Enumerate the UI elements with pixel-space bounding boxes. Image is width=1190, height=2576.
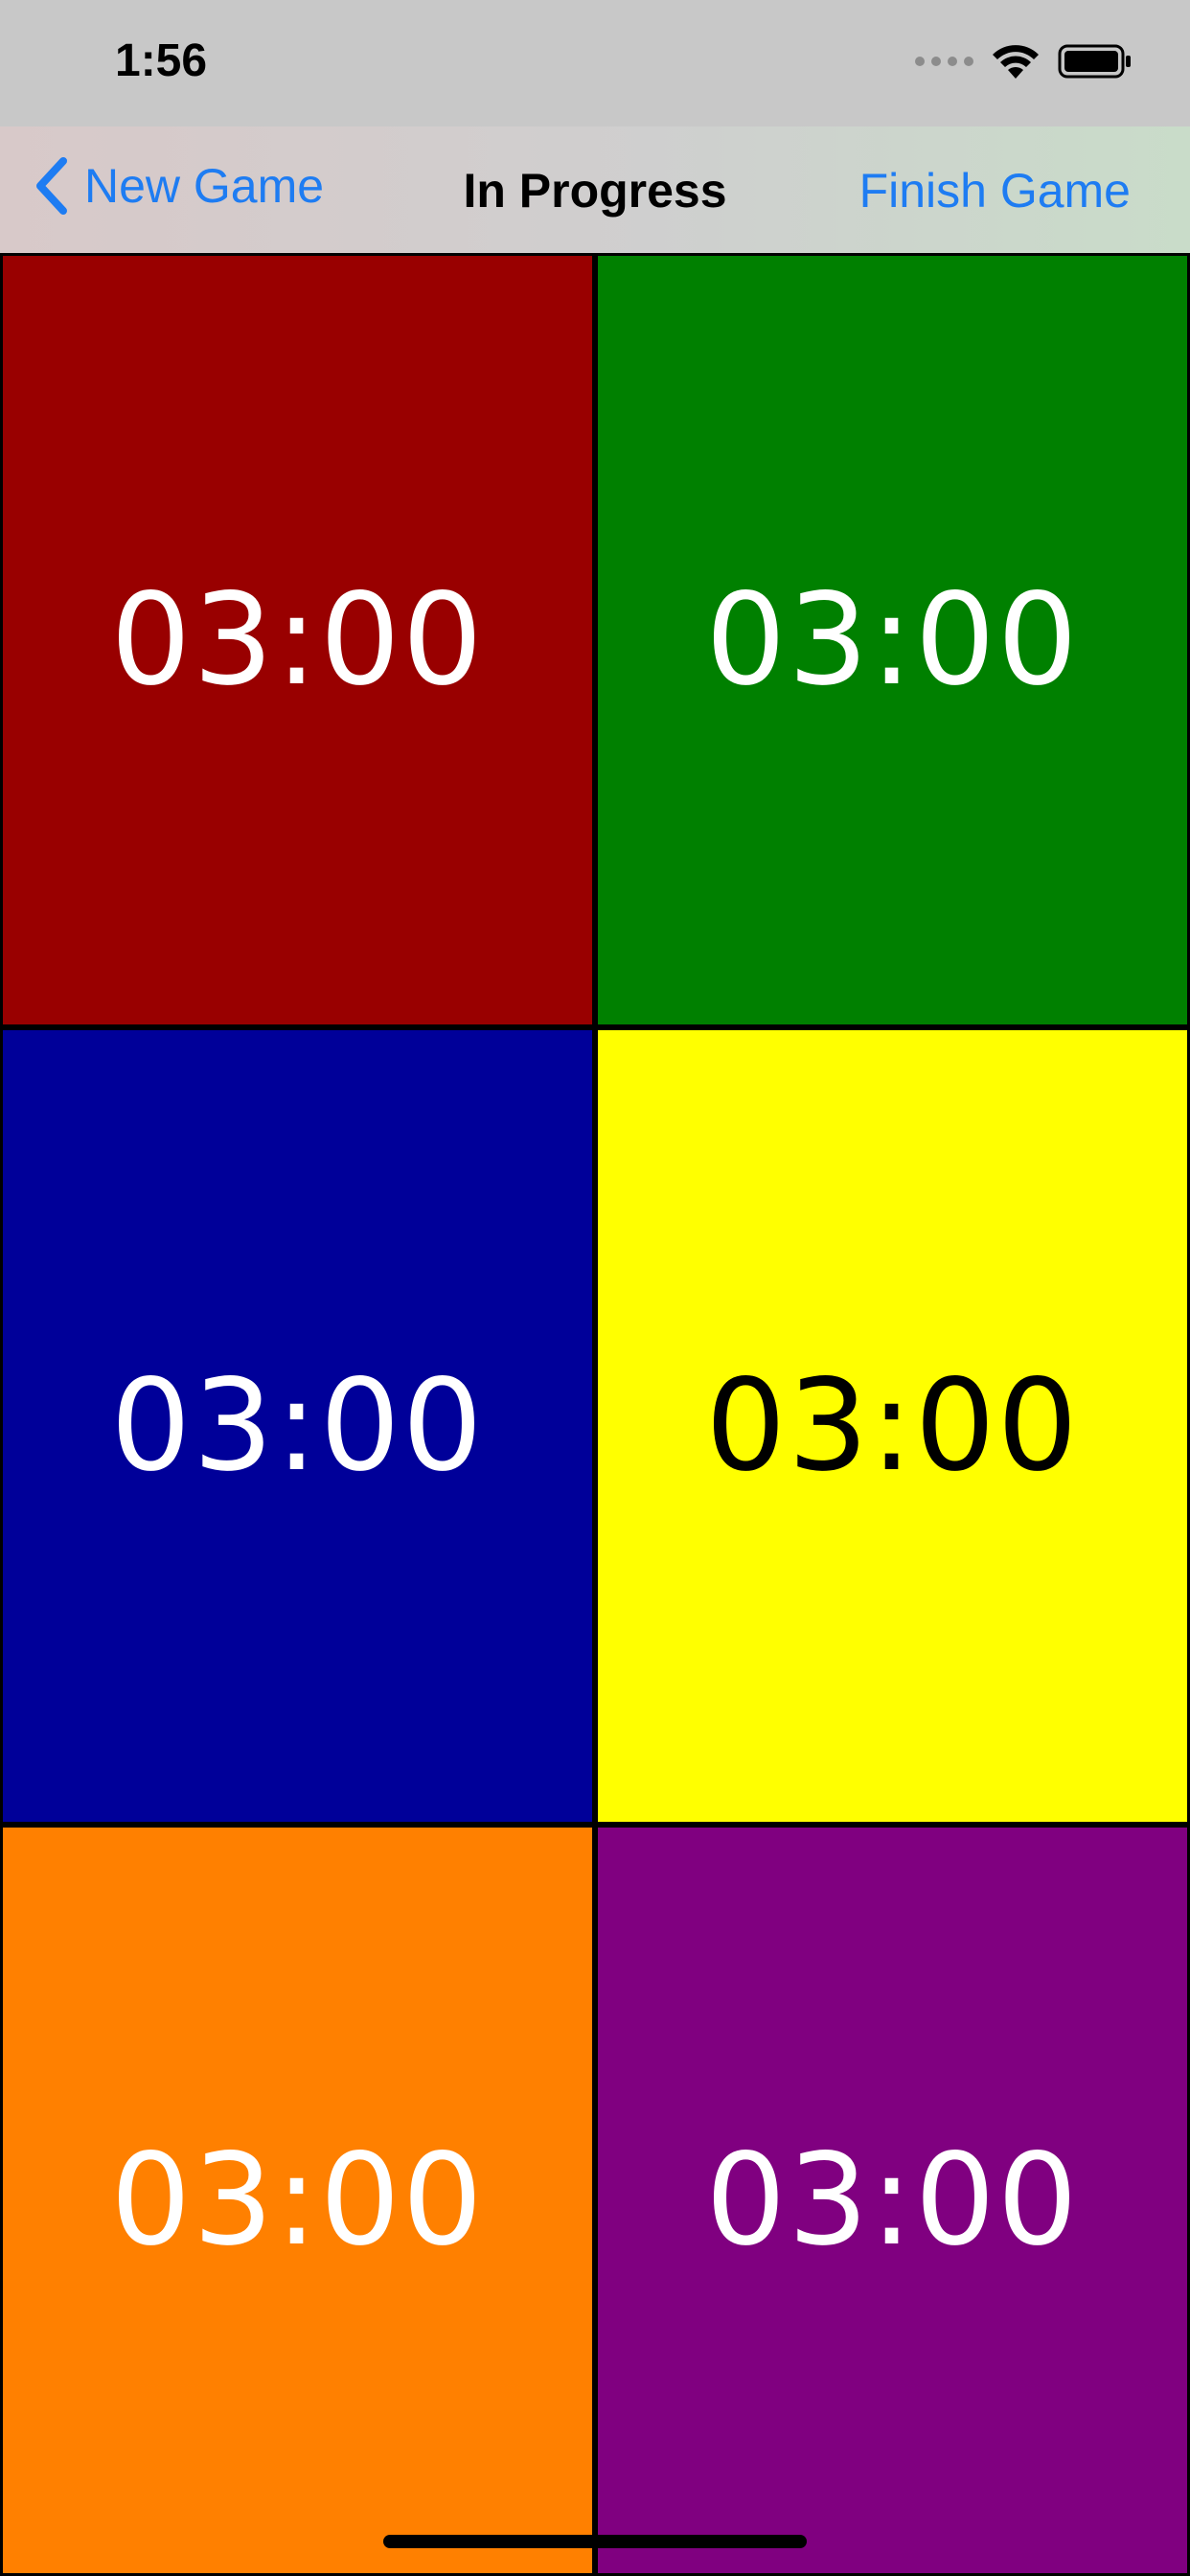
player-timer-tile[interactable]: 03:00 [595,253,1190,1027]
player-timer-tile[interactable]: 03:00 [0,1027,595,1825]
timer-display: 03:00 [705,566,1080,714]
status-bar: 1:56 [0,0,1190,126]
cellular-signal-icon [915,57,973,66]
timer-display: 03:00 [110,2127,485,2274]
status-icons [915,42,1133,80]
timer-display: 03:00 [110,566,485,714]
timer-display: 03:00 [705,1352,1080,1500]
wifi-icon [993,45,1039,79]
finish-game-button[interactable]: Finish Game [859,163,1131,218]
player-timer-tile[interactable]: 03:00 [595,1825,1190,2576]
player-timer-tile[interactable]: 03:00 [595,1027,1190,1825]
player-timer-tile[interactable]: 03:00 [0,1825,595,2576]
timer-grid: 03:00 03:00 03:00 03:00 03:00 03:00 [0,253,1190,2576]
timer-display: 03:00 [110,1352,485,1500]
player-timer-tile[interactable]: 03:00 [0,253,595,1027]
battery-icon [1058,44,1131,79]
home-indicator[interactable] [383,2535,807,2548]
timer-display: 03:00 [705,2127,1080,2274]
navigation-bar: New Game In Progress Finish Game [0,126,1190,253]
status-time: 1:56 [115,35,208,86]
game-screen: 1:56 New Game In Progress Finish Game 03… [0,0,1190,2576]
